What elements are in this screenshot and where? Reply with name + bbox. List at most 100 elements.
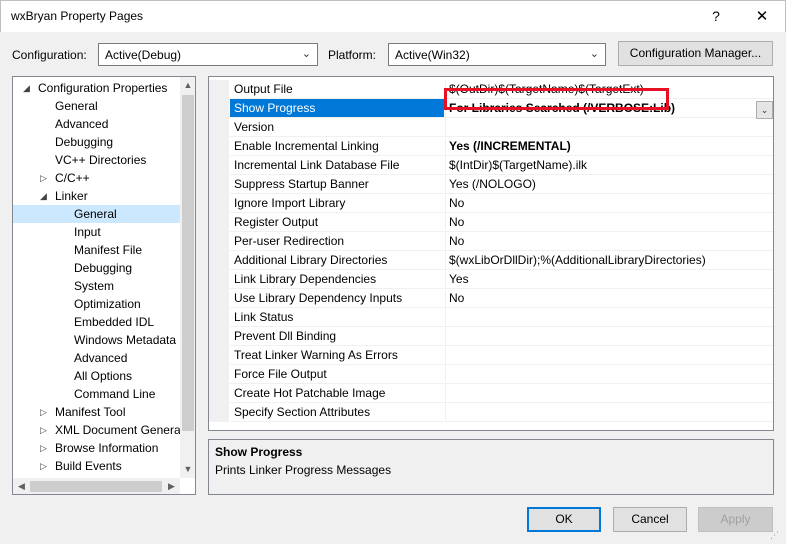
property-name[interactable]: Link Status xyxy=(230,308,444,327)
apply-button[interactable]: Apply xyxy=(698,507,773,532)
scroll-down-icon[interactable]: ▼ xyxy=(180,461,195,478)
tree-item[interactable]: General xyxy=(13,205,180,223)
property-name[interactable]: Per-user Redirection xyxy=(230,232,444,251)
property-value[interactable]: No xyxy=(445,232,773,251)
property-row[interactable]: Ignore Import Library No xyxy=(209,194,773,213)
property-value[interactable] xyxy=(445,118,773,137)
tree-item[interactable]: Debugging xyxy=(13,133,180,151)
configuration-manager-button[interactable]: Configuration Manager... xyxy=(618,41,773,66)
property-name[interactable]: Create Hot Patchable Image xyxy=(230,384,444,403)
tree-item-label: Configuration Properties xyxy=(38,81,168,95)
property-row[interactable]: Link Status xyxy=(209,308,773,327)
property-value[interactable] xyxy=(445,346,773,365)
tree-item[interactable]: Input xyxy=(13,223,180,241)
resize-grip-icon[interactable]: ⋰ xyxy=(770,530,784,542)
property-name[interactable]: Output File xyxy=(230,80,444,99)
row-gutter xyxy=(209,80,229,99)
property-row[interactable]: Suppress Startup Banner Yes (/NOLOGO) xyxy=(209,175,773,194)
help-button[interactable]: ? xyxy=(693,1,739,32)
platform-dropdown[interactable]: Active(Win32) ⌄ xyxy=(388,43,606,66)
property-row[interactable]: Version xyxy=(209,118,773,137)
property-row[interactable]: Treat Linker Warning As Errors xyxy=(209,346,773,365)
scroll-left-icon[interactable]: ◀ xyxy=(13,478,30,494)
close-button[interactable]: ✕ xyxy=(739,1,785,32)
property-row[interactable]: Create Hot Patchable Image xyxy=(209,384,773,403)
property-value[interactable] xyxy=(445,403,773,422)
tree-item[interactable]: ◢ Linker xyxy=(13,187,180,205)
tree-item[interactable]: ▷ XML Document Genera xyxy=(13,421,180,439)
collapsed-arrow-icon[interactable]: ▷ xyxy=(40,439,47,457)
tree-item[interactable]: Optimization xyxy=(13,295,180,313)
tree-item[interactable]: System xyxy=(13,277,180,295)
tree-item[interactable]: ▷ Build Events xyxy=(13,457,180,475)
ok-button[interactable]: OK xyxy=(527,507,601,532)
scroll-right-icon[interactable]: ▶ xyxy=(163,478,180,494)
tree-item[interactable]: Debugging xyxy=(13,259,180,277)
property-name[interactable]: Specify Section Attributes xyxy=(230,403,444,422)
property-name[interactable]: Treat Linker Warning As Errors xyxy=(230,346,444,365)
collapsed-arrow-icon[interactable]: ▷ xyxy=(40,169,47,187)
configuration-dropdown[interactable]: Active(Debug) ⌄ xyxy=(98,43,318,66)
property-row[interactable]: Per-user Redirection No xyxy=(209,232,773,251)
tree-item[interactable]: General xyxy=(13,97,180,115)
tree-item[interactable]: ◢ Configuration Properties xyxy=(13,79,180,97)
property-row[interactable]: Additional Library Directories $(wxLibOrD… xyxy=(209,251,773,270)
property-row[interactable]: Use Library Dependency Inputs No xyxy=(209,289,773,308)
tree-item[interactable]: ▷ Browse Information xyxy=(13,439,180,457)
property-name[interactable]: Enable Incremental Linking xyxy=(230,137,444,156)
tree-item[interactable]: Advanced xyxy=(13,349,180,367)
property-value[interactable] xyxy=(445,365,773,384)
property-value[interactable]: Yes (/INCREMENTAL) xyxy=(445,137,773,156)
property-row[interactable]: Force File Output xyxy=(209,365,773,384)
property-name[interactable]: Register Output xyxy=(230,213,444,232)
property-name[interactable]: Suppress Startup Banner xyxy=(230,175,444,194)
expanded-arrow-icon[interactable]: ◢ xyxy=(40,187,47,205)
property-row[interactable]: Link Library Dependencies Yes xyxy=(209,270,773,289)
property-name[interactable]: Force File Output xyxy=(230,365,444,384)
tree-item[interactable]: Windows Metadata xyxy=(13,331,180,349)
property-value[interactable]: Yes (/NOLOGO) xyxy=(445,175,773,194)
row-gutter xyxy=(209,194,229,213)
property-row[interactable]: Specify Section Attributes xyxy=(209,403,773,422)
property-value[interactable]: $(IntDir)$(TargetName).ilk xyxy=(445,156,773,175)
tree-item[interactable]: VC++ Directories xyxy=(13,151,180,169)
property-name[interactable]: Version xyxy=(230,118,444,137)
expanded-arrow-icon[interactable]: ◢ xyxy=(23,79,30,97)
property-value[interactable]: No xyxy=(445,213,773,232)
property-value[interactable]: No xyxy=(445,289,773,308)
tree-item[interactable]: Embedded IDL xyxy=(13,313,180,331)
property-value[interactable] xyxy=(445,327,773,346)
tree-item[interactable]: Advanced xyxy=(13,115,180,133)
property-value[interactable]: Yes xyxy=(445,270,773,289)
property-value[interactable]: No xyxy=(445,194,773,213)
scrollbar-thumb[interactable] xyxy=(30,481,162,492)
property-row[interactable]: Prevent Dll Binding xyxy=(209,327,773,346)
cancel-button[interactable]: Cancel xyxy=(613,507,687,532)
property-value[interactable] xyxy=(445,384,773,403)
tree-item[interactable]: Command Line xyxy=(13,385,180,403)
property-name[interactable]: Additional Library Directories xyxy=(230,251,444,270)
tree-item[interactable]: ▷ Manifest Tool xyxy=(13,403,180,421)
collapsed-arrow-icon[interactable]: ▷ xyxy=(40,421,47,439)
property-row[interactable]: Register Output No xyxy=(209,213,773,232)
collapsed-arrow-icon[interactable]: ▷ xyxy=(40,403,47,421)
tree-item[interactable]: All Options xyxy=(13,367,180,385)
property-row[interactable]: Enable Incremental Linking Yes (/INCREMEN… xyxy=(209,137,773,156)
scrollbar-thumb[interactable] xyxy=(182,95,194,431)
property-name[interactable]: Use Library Dependency Inputs xyxy=(230,289,444,308)
property-name[interactable]: Ignore Import Library xyxy=(230,194,444,213)
collapsed-arrow-icon[interactable]: ▷ xyxy=(40,457,47,475)
value-dropdown-button[interactable]: ⌄ xyxy=(756,101,773,119)
property-value[interactable]: $(wxLibOrDllDir);%(AdditionalLibraryDire… xyxy=(445,251,773,270)
property-name[interactable]: Prevent Dll Binding xyxy=(230,327,444,346)
property-value[interactable] xyxy=(445,308,773,327)
tree-item[interactable]: Manifest File xyxy=(13,241,180,259)
scroll-up-icon[interactable]: ▲ xyxy=(180,77,195,94)
property-row[interactable]: Incremental Link Database File $(IntDir)$… xyxy=(209,156,773,175)
tree-horizontal-scrollbar[interactable]: ◀ ▶ xyxy=(13,478,180,494)
tree-item[interactable]: ▷ C/C++ xyxy=(13,169,180,187)
tree-vertical-scrollbar[interactable]: ▲ ▼ xyxy=(180,77,195,478)
property-name[interactable]: Incremental Link Database File xyxy=(230,156,444,175)
property-name[interactable]: Link Library Dependencies xyxy=(230,270,444,289)
property-name[interactable]: Show Progress xyxy=(230,99,444,118)
